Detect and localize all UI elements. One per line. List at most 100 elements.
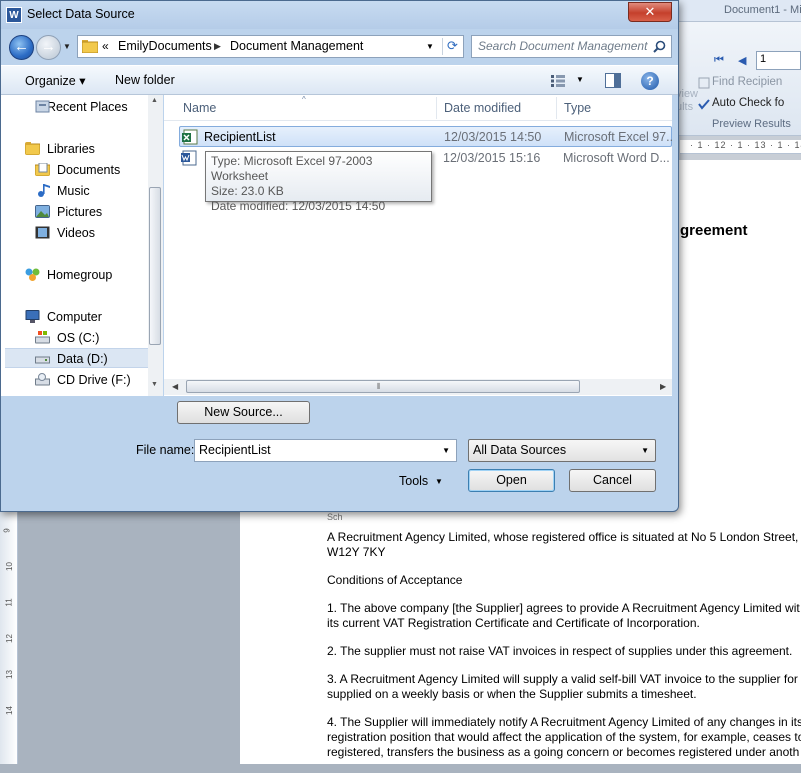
column-header-date-modified[interactable]: Date modified — [444, 101, 521, 115]
address-overflow-button[interactable]: « — [102, 39, 109, 53]
file-type: Microsoft Word D... — [563, 151, 670, 165]
organize-button[interactable]: Organize ▾ — [25, 73, 85, 88]
document-paragraph: registered, transfers the business as a … — [327, 745, 800, 759]
drive-icon — [35, 331, 50, 344]
dialog-title-bar[interactable]: W Select Data Source ✕ — [1, 1, 678, 29]
views-icon[interactable] — [551, 75, 565, 87]
scroll-up-icon[interactable]: ▲ — [151, 97, 158, 104]
search-icon[interactable] — [653, 40, 666, 53]
navigation-pane: Recent Places Libraries Documents Music … — [1, 95, 163, 396]
navigation-pane-scrollbar[interactable]: ▲ ▼ — [148, 95, 163, 396]
vruler-mark: 9 — [2, 528, 12, 533]
file-list-horizontal-scrollbar[interactable]: ◀ ⦀ ▶ — [164, 379, 672, 395]
nav-item-label: Data (D:) — [57, 352, 108, 366]
previous-record-icon[interactable]: ◀ — [738, 54, 746, 67]
nav-item-pictures[interactable]: Pictures — [1, 202, 148, 222]
record-number-input[interactable]: 1 — [756, 51, 801, 70]
new-folder-button[interactable]: New folder — [115, 73, 175, 87]
file-name-input[interactable]: RecipientList ▼ — [194, 439, 457, 462]
breadcrumb-document-management[interactable]: Document Management — [230, 39, 363, 53]
new-source-button[interactable]: New Source... — [177, 401, 310, 424]
horizontal-ruler[interactable]: · 1 · 12 · 1 · 13 · 1 · 14 · 1 · 15 · 1 … — [680, 140, 801, 154]
tooltip-type: Type: Microsoft Excel 97-2003 Worksheet — [211, 154, 373, 183]
music-icon — [38, 184, 50, 197]
preview-pane-icon-fill — [614, 74, 620, 87]
nav-item-cd-drive-f[interactable]: CD Drive (F:) — [1, 370, 148, 390]
column-header-name[interactable]: Name — [183, 101, 216, 115]
nav-item-label: CD Drive (F:) — [57, 373, 131, 387]
help-icon[interactable]: ? — [641, 72, 659, 90]
breadcrumb-emilydocuments[interactable]: EmilyDocuments — [118, 39, 212, 53]
refresh-icon[interactable]: ⟳ — [442, 38, 462, 55]
auto-check-errors-button[interactable]: Auto Check fo — [698, 97, 784, 110]
column-header-type[interactable]: Type — [564, 101, 591, 115]
vruler-mark: 14 — [4, 706, 14, 715]
document-paragraph: supplied on a weekly basis or when the S… — [327, 687, 697, 701]
file-list: ^ Name Date modified Type RecipientList … — [164, 95, 672, 396]
preview-pane-icon[interactable] — [605, 73, 621, 88]
back-arrow-icon: ← — [14, 38, 29, 55]
nav-item-label: Homegroup — [47, 268, 113, 282]
first-record-icon[interactable]: ⏮ — [714, 54, 724, 67]
cd-drive-icon — [35, 373, 50, 386]
find-recipient-icon — [698, 77, 710, 89]
nav-item-label: Pictures — [57, 205, 103, 219]
nav-item-label: OS (C:) — [57, 331, 100, 345]
nav-item-os-c[interactable]: OS (C:) — [1, 328, 148, 348]
document-paragraph: its current VAT Registration Certificate… — [327, 616, 700, 630]
file-row-recipientlist[interactable]: RecipientList 12/03/2015 14:50 Microsoft… — [179, 126, 672, 147]
open-button[interactable]: Open — [468, 469, 555, 492]
views-dropdown-icon[interactable]: ▼ — [576, 75, 584, 84]
scrollbar-thumb[interactable]: ⦀ — [186, 380, 580, 393]
select-data-source-dialog: W Select Data Source ✕ ← → ▼ « EmilyDocu… — [0, 0, 679, 512]
column-divider[interactable] — [436, 97, 437, 119]
file-name-dropdown-icon[interactable]: ▼ — [442, 446, 450, 455]
tools-dropdown-icon[interactable]: ▼ — [435, 477, 443, 486]
cancel-button[interactable]: Cancel — [569, 469, 656, 492]
forward-button[interactable]: → — [36, 35, 61, 60]
address-dropdown-icon[interactable]: ▼ — [426, 42, 434, 51]
nav-item-computer[interactable]: Computer — [1, 307, 148, 327]
homegroup-icon — [25, 268, 40, 281]
file-list-header: ^ Name Date modified Type — [164, 95, 672, 121]
document-gutter — [18, 512, 240, 764]
document-body: A Recruitment Agency Limited, whose regi… — [327, 530, 801, 773]
filter-dropdown-icon[interactable]: ▼ — [641, 446, 649, 455]
nav-item-libraries[interactable]: Libraries — [1, 139, 148, 159]
find-recipient-button[interactable]: Find Recipien — [698, 76, 782, 89]
scrollbar-thumb[interactable] — [149, 187, 161, 345]
nav-item-music[interactable]: Music — [1, 181, 148, 201]
nav-item-recent-places[interactable]: Recent Places — [1, 97, 148, 117]
scroll-down-icon[interactable]: ▼ — [151, 381, 158, 388]
breadcrumb-separator-icon[interactable]: ▶ — [214, 41, 221, 52]
scroll-left-icon[interactable]: ◀ — [172, 382, 178, 391]
file-type-filter-select[interactable]: All Data Sources ▼ — [468, 439, 656, 462]
file-date: 12/03/2015 14:50 — [444, 130, 542, 144]
word-app-icon: W — [6, 7, 22, 23]
preview-results-group-label: Preview Results — [712, 118, 791, 130]
tools-button[interactable]: Tools — [399, 474, 428, 488]
nav-item-videos[interactable]: Videos — [1, 223, 148, 243]
command-toolbar: Organize ▾ New folder ▼ ? — [1, 65, 678, 95]
nav-item-data-d[interactable]: Data (D:) — [5, 348, 150, 368]
search-input[interactable]: Search Document Management — [471, 35, 672, 58]
dialog-title: Select Data Source — [27, 7, 135, 21]
back-button[interactable]: ← — [9, 35, 34, 60]
scroll-right-icon[interactable]: ▶ — [660, 382, 666, 391]
word-file-icon — [181, 150, 197, 166]
nav-item-homegroup[interactable]: Homegroup — [1, 265, 148, 285]
document-paragraph: W12Y 7KY — [327, 545, 386, 559]
recent-locations-dropdown-icon[interactable]: ▼ — [63, 42, 71, 51]
column-divider[interactable] — [556, 97, 557, 119]
document-paragraph: A Recruitment Agency Limited, whose regi… — [327, 530, 799, 544]
excel-file-icon — [182, 129, 198, 145]
sort-ascending-icon: ^ — [302, 95, 306, 104]
vruler-mark: 12 — [4, 634, 14, 643]
document-heading: greement — [680, 222, 748, 239]
close-button[interactable]: ✕ — [628, 2, 672, 22]
document-fragment-text: Sch — [327, 512, 343, 522]
address-bar[interactable]: « EmilyDocuments ▶ Document Management ▼… — [77, 35, 464, 58]
nav-item-label: Music — [57, 184, 90, 198]
vertical-ruler[interactable]: 9 10 11 12 13 14 — [0, 512, 18, 764]
nav-item-documents[interactable]: Documents — [1, 160, 148, 180]
